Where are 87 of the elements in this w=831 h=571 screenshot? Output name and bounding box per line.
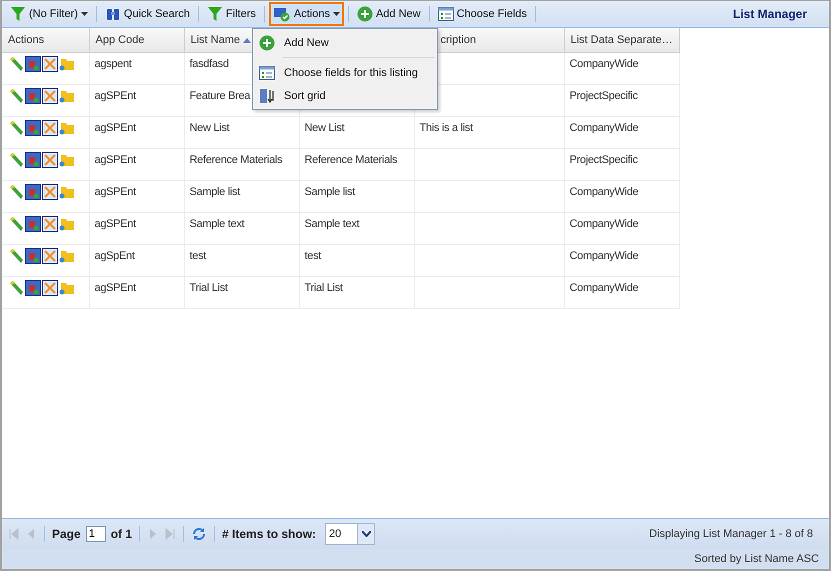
table-cell: agspent xyxy=(94,58,132,70)
pencil-icon[interactable] xyxy=(8,56,24,72)
tools-icon[interactable] xyxy=(42,120,58,136)
table-cell: CompanyWide xyxy=(570,186,638,198)
sort-icon xyxy=(259,88,275,104)
pencil-icon[interactable] xyxy=(8,88,24,104)
folder-icon[interactable] xyxy=(59,120,75,136)
tools-icon[interactable] xyxy=(42,88,58,104)
folder-icon[interactable] xyxy=(59,248,75,264)
checklist-icon xyxy=(259,64,275,80)
folder-icon[interactable] xyxy=(59,184,75,200)
table-cell: Sample list xyxy=(304,186,355,198)
page-count: of 1 xyxy=(110,527,132,541)
pencil-icon[interactable] xyxy=(8,184,24,200)
sort-ascending-icon xyxy=(243,38,252,43)
page-field[interactable]: 1 xyxy=(86,526,106,542)
caret-icon xyxy=(80,12,88,16)
table-cell: agSPEnt xyxy=(94,90,136,102)
tools-icon[interactable] xyxy=(42,216,58,232)
items-select[interactable]: 20 xyxy=(325,523,376,545)
funnel-icon xyxy=(10,6,26,22)
checklist-icon xyxy=(438,6,454,22)
pencil-icon[interactable] xyxy=(8,280,24,296)
table-cell: agSpEnt xyxy=(94,250,135,262)
menu-item[interactable]: Choose fields for this listing xyxy=(253,61,437,84)
actions-icon xyxy=(272,6,291,22)
table-cell: Reference Materials xyxy=(304,154,398,166)
toolbar-button[interactable]: Filters xyxy=(202,2,260,26)
table-cell: Feature Brea xyxy=(190,90,250,102)
table-cell: ProjectSpecific xyxy=(570,90,638,102)
page-label: Page xyxy=(52,527,81,541)
table-cell: CompanyWide xyxy=(570,282,638,294)
tools-icon[interactable] xyxy=(42,152,58,168)
table-cell: test xyxy=(190,250,206,262)
table-cell: test xyxy=(304,250,322,262)
table-cell: agSPEnt xyxy=(94,218,136,230)
table-cell: agSPEnt xyxy=(94,282,136,294)
table-cell: CompanyWide xyxy=(570,58,638,70)
folder-icon[interactable] xyxy=(59,280,75,296)
table-cell: CompanyWide xyxy=(570,122,638,134)
binoculars-icon xyxy=(104,6,121,22)
toolbar-button[interactable]: Actions xyxy=(268,2,344,26)
refresh-icon[interactable] xyxy=(191,526,208,542)
status-text: Sorted by List Name ASC xyxy=(694,553,819,565)
table-cell: This is a list xyxy=(420,122,473,134)
folder-icon[interactable] xyxy=(59,152,75,168)
table-cell: agSPEnt xyxy=(94,122,136,134)
table-cell: Sample list xyxy=(190,186,240,198)
funnel-icon xyxy=(206,6,223,22)
tools-icon[interactable] xyxy=(42,280,58,296)
tools-icon[interactable] xyxy=(42,56,58,72)
caret-icon xyxy=(332,12,340,16)
pencil-icon[interactable] xyxy=(8,120,24,136)
table-cell: Reference Materials xyxy=(190,154,282,166)
add-icon xyxy=(259,34,275,50)
table-cell: agSPEnt xyxy=(94,154,136,166)
folder-icon[interactable] xyxy=(59,88,75,104)
display-info: Displaying List Manager 1 - 8 of 8 xyxy=(649,528,813,540)
table-cell: agSPEnt xyxy=(94,186,136,198)
pencil-icon[interactable] xyxy=(8,216,24,232)
table-cell: CompanyWide xyxy=(570,218,638,230)
table-cell: CompanyWide xyxy=(570,250,638,262)
caret-icon xyxy=(362,531,371,537)
folder-icon[interactable] xyxy=(59,216,75,232)
pencil-icon[interactable] xyxy=(8,248,24,264)
pencil-icon[interactable] xyxy=(8,152,24,168)
menu-item[interactable]: Add New xyxy=(253,31,437,54)
items-label: # Items to show: xyxy=(222,527,316,541)
tools-icon[interactable] xyxy=(42,184,58,200)
table-cell: Trial List xyxy=(190,282,228,294)
folder-icon[interactable] xyxy=(59,56,75,72)
column-header[interactable]: cription xyxy=(440,34,476,46)
table-cell: ProjectSpecific xyxy=(570,154,638,166)
table-cell: fasdfasd xyxy=(190,58,229,70)
table-cell: Sample text xyxy=(304,218,360,230)
menu-item[interactable]: Sort grid xyxy=(253,84,437,107)
add-icon xyxy=(356,6,373,22)
toolbar-button[interactable]: (No Filter) xyxy=(6,2,92,26)
table-cell: New List xyxy=(190,122,230,134)
tools-icon[interactable] xyxy=(42,248,58,264)
table-cell: New List xyxy=(304,122,344,134)
table-cell: Sample text xyxy=(190,218,244,230)
table-cell: Trial List xyxy=(304,282,343,294)
toolbar-button[interactable]: Quick Search xyxy=(100,2,194,26)
toolbar-button[interactable]: Choose Fields xyxy=(434,2,531,26)
panel-title: List Manager xyxy=(732,7,807,21)
toolbar-button[interactable]: Add New xyxy=(352,2,425,26)
